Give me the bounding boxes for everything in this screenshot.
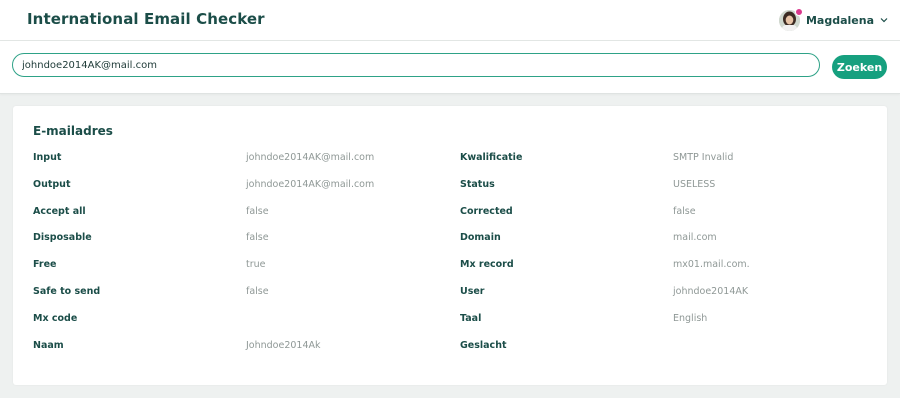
field-label: User	[460, 285, 485, 297]
field-label: Input	[33, 152, 62, 163]
field-value: true	[246, 259, 266, 271]
field-row-taal: Taal English	[460, 313, 890, 340]
field-label: Safe to send	[33, 285, 101, 297]
notification-dot	[794, 7, 803, 16]
field-label: Corrected	[460, 205, 513, 217]
field-row-mx-record: Mx record mx01.mail.com.	[460, 259, 890, 286]
field-value: SMTP Invalid	[673, 152, 734, 163]
field-value: johndoe2014AK	[673, 285, 749, 297]
field-label: Kwalificatie	[460, 152, 523, 163]
field-label: Free	[33, 259, 57, 271]
left-field-column: Input johndoe2014AK@mail.com Output john…	[33, 152, 463, 366]
field-label: Geslacht	[460, 339, 507, 351]
field-row-input: Input johndoe2014AK@mail.com	[33, 152, 463, 179]
field-label: Status	[460, 178, 495, 190]
field-label: Mx record	[460, 259, 514, 271]
right-field-column: Kwalificatie SMTP Invalid Status USELESS…	[460, 152, 890, 366]
field-row-geslacht: Geslacht	[460, 340, 890, 367]
field-label: Mx code	[33, 312, 78, 324]
field-value: mx01.mail.com.	[673, 259, 750, 271]
field-row-naam: Naam Johndoe2014Ak	[33, 340, 463, 367]
field-label: Disposable	[33, 232, 92, 244]
field-label: Domain	[460, 232, 501, 244]
field-row-accept-all: Accept all false	[33, 206, 463, 233]
field-value: false	[246, 232, 269, 244]
app-title: International Email Checker	[27, 10, 265, 28]
field-label: Naam	[33, 339, 64, 351]
field-row-status: Status USELESS	[460, 179, 890, 206]
field-value: false	[246, 285, 269, 297]
field-value: johndoe2014AK@mail.com	[246, 152, 375, 163]
search-button[interactable]: Zoeken	[832, 55, 887, 79]
field-row-mx-code: Mx code	[33, 313, 463, 340]
field-row-disposable: Disposable false	[33, 232, 463, 259]
user-name[interactable]: Magdalena	[806, 14, 874, 27]
search-input[interactable]	[12, 53, 820, 77]
top-bar: International Email Checker Magdalena	[0, 0, 900, 41]
field-row-safe-to-send: Safe to send false	[33, 286, 463, 313]
field-label: Accept all	[33, 205, 86, 217]
field-value: false	[246, 205, 269, 217]
field-row-user: User johndoe2014AK	[460, 286, 890, 313]
field-value: USELESS	[673, 178, 716, 190]
field-label: Output	[33, 178, 71, 190]
field-row-corrected: Corrected false	[460, 206, 890, 233]
field-row-domain: Domain mail.com	[460, 232, 890, 259]
field-row-kwalificatie: Kwalificatie SMTP Invalid	[460, 152, 890, 179]
field-row-free: Free true	[33, 259, 463, 286]
field-row-output: Output johndoe2014AK@mail.com	[33, 179, 463, 206]
field-value: false	[673, 205, 696, 217]
result-card: E-mailadres Input johndoe2014AK@mail.com…	[13, 106, 887, 385]
field-value: mail.com	[673, 232, 717, 244]
chevron-down-icon[interactable]	[880, 16, 888, 24]
search-bar	[0, 41, 900, 94]
card-title: E-mailadres	[33, 124, 113, 138]
field-value: English	[673, 312, 708, 324]
avatar[interactable]	[778, 7, 803, 31]
field-label: Taal	[460, 312, 482, 324]
user-menu[interactable]: Magdalena	[778, 7, 888, 31]
field-value: Johndoe2014Ak	[246, 339, 321, 351]
field-value: johndoe2014AK@mail.com	[246, 178, 375, 190]
